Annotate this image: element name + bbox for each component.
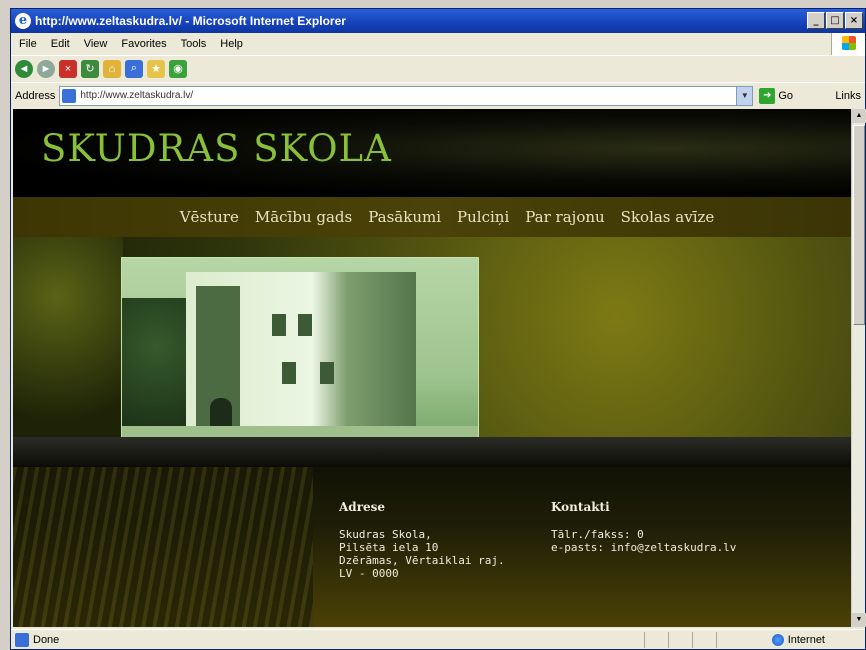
close-button[interactable]: ×	[845, 12, 863, 29]
status-bar: Done Internet	[11, 629, 865, 649]
menu-favorites[interactable]: Favorites	[119, 33, 168, 55]
nav-pulcini[interactable]: Pulciņi	[457, 208, 509, 226]
contact-phone: Tālr./fakss: 0	[551, 528, 644, 541]
address-line: Dzērāmas, Vērtaiklai raj.	[339, 554, 505, 567]
menu-file[interactable]: File	[17, 33, 39, 55]
refresh-icon[interactable]: ↻	[81, 59, 99, 78]
page-viewport: SKUDRAS SKOLA Vēsture Mācību gads Pasāku…	[13, 109, 851, 627]
favorites-icon[interactable]: ★	[147, 59, 165, 78]
contacts-heading: Kontakti	[551, 500, 610, 514]
nav-macibu-gads[interactable]: Mācību gads	[255, 208, 352, 226]
browser-window: e http://www.zeltaskudra.lv/ - Microsoft…	[10, 8, 866, 650]
address-line: LV - 0000	[339, 567, 399, 580]
menu-view[interactable]: View	[82, 33, 110, 55]
home-icon[interactable]: ⌂	[103, 59, 121, 78]
media-icon[interactable]: ◉	[169, 59, 187, 78]
address-heading: Adrese	[339, 500, 386, 514]
status-text: Done	[33, 634, 60, 646]
nav-vesture[interactable]: Vēsture	[180, 208, 239, 226]
address-line: Pilsēta iela 10	[339, 541, 439, 554]
forward-icon[interactable]: ►	[37, 59, 55, 78]
nav-pasakumi[interactable]: Pasākumi	[368, 208, 441, 226]
back-icon[interactable]: ◄	[15, 59, 33, 78]
scroll-thumb[interactable]	[853, 125, 865, 325]
minimize-button[interactable]: _	[807, 12, 825, 29]
scroll-down-icon[interactable]: ▼	[852, 613, 866, 627]
menu-tools[interactable]: Tools	[179, 33, 209, 55]
site-title: SKUDRAS SKOLA	[41, 127, 392, 170]
menu-edit[interactable]: Edit	[49, 33, 72, 55]
address-label: Address	[15, 89, 56, 102]
scroll-up-icon[interactable]: ▲	[852, 109, 866, 123]
address-input[interactable]: http://www.zeltaskudra.lv/ ▼	[59, 85, 754, 106]
go-button[interactable]: ➜ Go	[759, 87, 794, 104]
windows-logo-icon	[831, 33, 865, 55]
site-header: SKUDRAS SKOLA	[13, 109, 851, 197]
nav-skolas-avize[interactable]: Skolas avīze	[621, 208, 715, 226]
menu-bar: File Edit View Favorites Tools Help	[11, 33, 865, 55]
school-building-photo	[121, 257, 479, 457]
search-icon[interactable]: ⌕	[125, 59, 143, 78]
toolbar: ◄ ► × ↻ ⌂ ⌕ ★ ◉	[11, 55, 865, 81]
chevron-down-icon[interactable]: ▼	[736, 86, 753, 105]
zone-label: Internet	[787, 634, 825, 646]
address-line: Skudras Skola,	[339, 528, 432, 541]
address-block: Adrese Skudras Skola, Pilsēta iela 10 Dz…	[339, 500, 505, 581]
address-value[interactable]: http://www.zeltaskudra.lv/	[80, 90, 736, 101]
vertical-scrollbar[interactable]: ▲ ▼	[851, 109, 866, 627]
site-nav: Vēsture Mācību gads Pasākumi Pulciņi Par…	[13, 197, 851, 237]
window-title: http://www.zeltaskudra.lv/ - Microsoft I…	[35, 14, 346, 28]
address-bar: Address http://www.zeltaskudra.lv/ ▼ ➜ G…	[11, 82, 865, 108]
title-bar: e http://www.zeltaskudra.lv/ - Microsoft…	[11, 9, 865, 33]
ie-logo-icon: e	[15, 13, 31, 29]
contacts-block: Kontakti Tālr./fakss: 0 e-pasts: info@ze…	[551, 500, 736, 555]
contact-email[interactable]: e-pasts: info@zeltaskudra.lv	[551, 541, 736, 554]
go-label: Go	[778, 89, 794, 102]
page-done-icon	[15, 633, 29, 647]
page-icon	[62, 88, 77, 103]
nav-par-rajonu[interactable]: Par rajonu	[525, 208, 604, 226]
maximize-button[interactable]: □	[826, 12, 844, 29]
go-arrow-icon: ➜	[759, 87, 776, 104]
links-button[interactable]: Links	[835, 90, 861, 102]
globe-icon	[771, 634, 784, 646]
stop-icon[interactable]: ×	[59, 59, 77, 78]
menu-help[interactable]: Help	[218, 33, 245, 55]
security-zone: Internet	[771, 632, 825, 648]
